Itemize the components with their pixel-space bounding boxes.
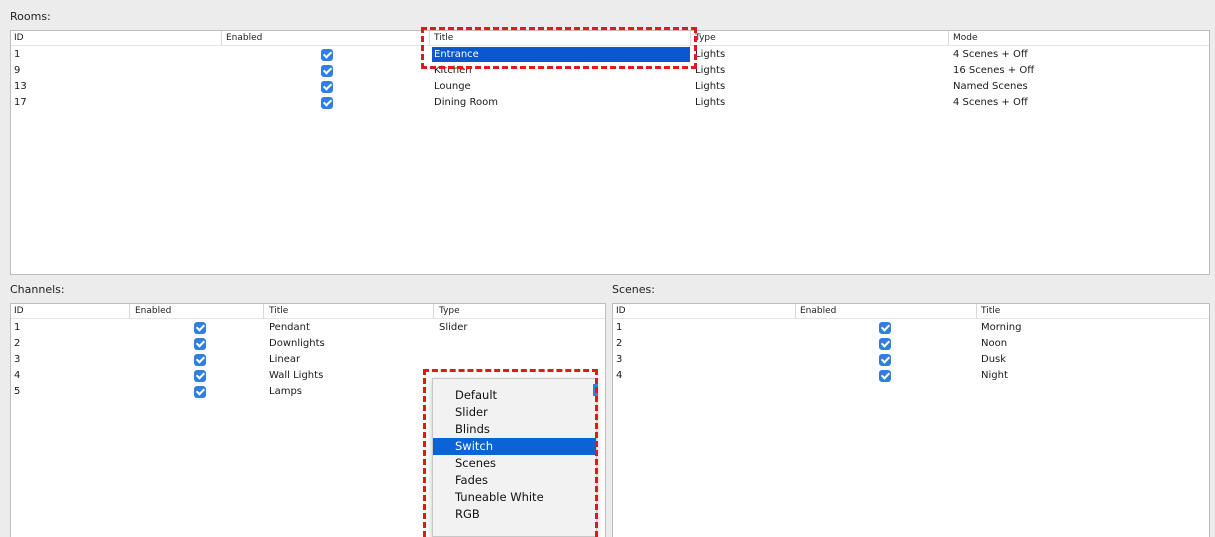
dropdown-option-scenes[interactable]: Scenes [433,455,596,472]
channels-col-title-header[interactable]: Title [269,304,288,319]
scene-enabled-checkbox[interactable] [879,370,891,382]
dropdown-option-rgb[interactable]: RGB [433,506,596,523]
channel-enabled-checkbox[interactable] [194,370,206,382]
channel-type-dropdown[interactable]: Default Slider Blinds Switch Scenes Fade… [432,378,597,537]
room-mode: Named Scenes [953,81,1028,92]
scenes-col-id-header[interactable]: ID [616,304,626,319]
room-title[interactable]: Entrance [432,47,690,62]
room-title[interactable]: Lounge [434,79,471,94]
scene-title[interactable]: Morning [981,320,1021,335]
rooms-col-type-header[interactable]: Type [695,31,716,46]
scene-title[interactable]: Night [981,368,1008,383]
rooms-col-title-header[interactable]: Title [434,31,453,46]
rooms-header-divider [11,45,1209,46]
scenes-col-enabled-header[interactable]: Enabled [800,304,836,319]
dropdown-option-tuneable-white[interactable]: Tuneable White [433,489,596,506]
room-type: Lights [695,81,726,92]
scene-id: 1 [616,322,623,333]
rooms-label: Rooms: [10,10,51,23]
channel-enabled-checkbox[interactable] [194,338,206,350]
scenes-col-sep[interactable] [795,304,796,318]
dropdown-scroll-indicator[interactable] [593,384,598,396]
room-enabled-checkbox[interactable] [321,81,333,93]
rooms-col-enabled-header[interactable]: Enabled [226,31,262,46]
scene-id: 4 [616,370,623,381]
scene-enabled-checkbox[interactable] [879,354,891,366]
room-id: 13 [14,81,27,92]
scenes-table[interactable]: ID Enabled Title 1 Morning 2 Noon 3 Dusk… [612,303,1210,537]
channel-type[interactable]: Slider [439,320,468,335]
channel-title[interactable]: Pendant [269,320,310,335]
channel-id: 1 [14,322,21,333]
channels-col-sep[interactable] [433,304,434,318]
scenes-label: Scenes: [612,283,655,296]
channel-title[interactable]: Linear [269,352,300,367]
rooms-col-id-header[interactable]: ID [14,31,24,46]
scene-enabled-checkbox[interactable] [879,338,891,350]
rooms-table[interactable]: ID Enabled Title Type Mode 1 Entrance Li… [10,30,1210,275]
channels-col-enabled-header[interactable]: Enabled [135,304,171,319]
room-mode: 4 Scenes + Off [953,97,1028,108]
channel-enabled-checkbox[interactable] [194,322,206,334]
rooms-col-sep[interactable] [690,31,691,45]
channels-col-sep[interactable] [129,304,130,318]
channels-header-divider [11,318,605,319]
channel-title[interactable]: Lamps [269,384,302,399]
dropdown-option-switch[interactable]: Switch [433,438,596,455]
channel-id: 4 [14,370,21,381]
room-mode: 4 Scenes + Off [953,49,1028,60]
channels-col-type-header[interactable]: Type [439,304,460,319]
room-title[interactable]: Dining Room [434,95,498,110]
scenes-col-sep[interactable] [976,304,977,318]
rooms-col-sep[interactable] [429,31,430,45]
rooms-col-mode-header[interactable]: Mode [953,31,978,46]
channel-enabled-checkbox[interactable] [194,354,206,366]
scenes-header-divider [613,318,1209,319]
room-type: Lights [695,65,726,76]
room-id: 1 [14,49,21,60]
scene-id: 2 [616,338,623,349]
rooms-col-sep[interactable] [948,31,949,45]
scene-title[interactable]: Noon [981,336,1007,351]
scene-title[interactable]: Dusk [981,352,1006,367]
dropdown-option-default[interactable]: Default [433,387,596,404]
dropdown-option-blinds[interactable]: Blinds [433,421,596,438]
room-title[interactable]: Kitchen [434,63,472,78]
room-enabled-checkbox[interactable] [321,97,333,109]
scenes-col-title-header[interactable]: Title [981,304,1000,319]
channel-id: 5 [14,386,21,397]
dropdown-option-fades[interactable]: Fades [433,472,596,489]
channels-label: Channels: [10,283,65,296]
rooms-col-sep[interactable] [221,31,222,45]
scene-id: 3 [616,354,623,365]
channels-col-sep[interactable] [263,304,264,318]
channel-title[interactable]: Wall Lights [269,368,323,383]
room-id: 9 [14,65,21,76]
channel-title[interactable]: Downlights [269,336,325,351]
dropdown-option-slider[interactable]: Slider [433,404,596,421]
room-type: Lights [695,97,726,108]
channel-id: 3 [14,354,21,365]
channels-col-id-header[interactable]: ID [14,304,24,319]
room-enabled-checkbox[interactable] [321,49,333,61]
channel-id: 2 [14,338,21,349]
room-type: Lights [695,49,726,60]
channel-enabled-checkbox[interactable] [194,386,206,398]
room-enabled-checkbox[interactable] [321,65,333,77]
scene-enabled-checkbox[interactable] [879,322,891,334]
room-id: 17 [14,97,27,108]
room-mode: 16 Scenes + Off [953,65,1035,76]
